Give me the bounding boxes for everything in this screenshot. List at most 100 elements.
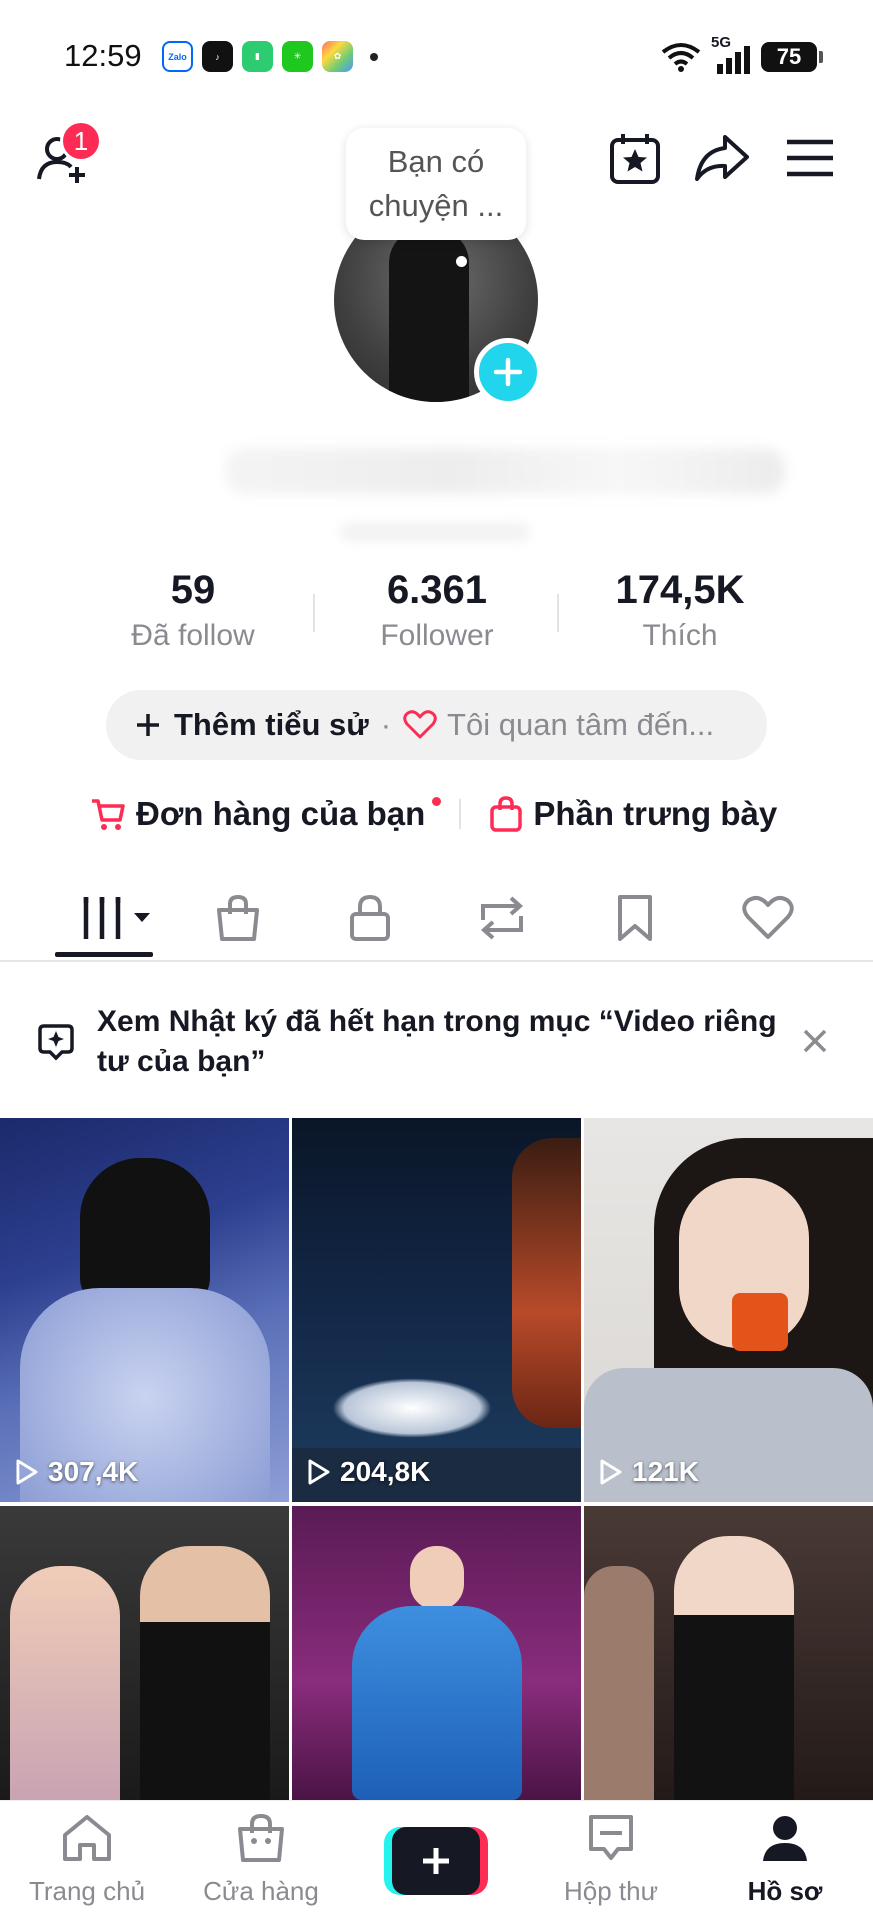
play-icon — [600, 1459, 622, 1485]
tab-private[interactable] — [340, 888, 400, 948]
bio-pill: Thêm tiểu sử · Tôi quan tâm đến... — [106, 690, 767, 760]
heart-icon — [403, 710, 437, 739]
battery-level: 75 — [776, 44, 802, 69]
handle-blurred — [340, 522, 530, 542]
followers-stat[interactable]: 6.361 Follower — [337, 568, 537, 653]
stat-divider — [313, 594, 315, 632]
video-thumbnail[interactable] — [0, 1506, 289, 1800]
plus-icon — [493, 357, 523, 387]
interests-label: Tôi quan tâm đến... — [447, 707, 715, 742]
followers-count: 6.361 — [386, 568, 488, 612]
thumbnail-figure — [80, 1158, 210, 1308]
repost-icon — [480, 896, 524, 940]
close-icon[interactable] — [798, 1024, 832, 1058]
nav-profile-label: Hồ sơ — [747, 1876, 823, 1906]
plus-icon — [137, 714, 159, 736]
thumbnail-figure — [10, 1566, 120, 1800]
video-grid: 307,4K 204,8K 121K — [0, 1118, 873, 1800]
bookmark-icon — [618, 895, 652, 941]
video-thumbnail[interactable]: 307,4K — [0, 1118, 289, 1502]
creator-calendar-button[interactable] — [605, 128, 665, 188]
note-bubble-tail — [456, 256, 467, 267]
thumbnail-face — [410, 1546, 464, 1610]
active-tab-indicator — [55, 952, 153, 957]
create-button-body — [392, 1827, 480, 1895]
videos-grid-icon — [83, 897, 150, 939]
view-count: 307,4K — [14, 1456, 138, 1488]
video-thumbnail[interactable] — [584, 1506, 873, 1800]
more-notifications-dot — [370, 52, 378, 61]
view-count-value: 121K — [632, 1456, 699, 1487]
multicolor-app-icon: ✿ — [322, 41, 353, 72]
friend-notification-badge: 1 — [60, 120, 102, 162]
battery-icon: 75 — [761, 42, 823, 72]
profile-stats: 59 Đã follow 6.361 Follower 174,5K Thích — [0, 568, 873, 658]
tab-videos[interactable] — [75, 888, 155, 948]
followers-label: Follower — [380, 619, 494, 652]
username-blurred — [225, 448, 785, 494]
shopping-bag-icon — [217, 894, 259, 941]
note-bubble[interactable]: Bạn có chuyện ... — [346, 128, 526, 240]
showcase-link[interactable]: Phần trưng bày — [489, 795, 777, 833]
wifi-icon — [661, 43, 701, 72]
tiktok-icon: ♪ — [202, 41, 233, 72]
profile-icon — [763, 1816, 807, 1861]
following-stat[interactable]: 59 Đã follow — [93, 568, 293, 653]
play-icon — [16, 1459, 38, 1485]
calendar-star-icon — [610, 134, 660, 184]
hamburger-menu-icon — [787, 139, 833, 177]
profile-content-tabs — [0, 870, 873, 962]
likes-count: 174,5K — [615, 568, 745, 612]
shop-divider — [459, 799, 462, 829]
tab-liked[interactable] — [738, 888, 798, 948]
thumbnail-figure — [140, 1546, 270, 1800]
bottom-navigation: Trang chủ Cửa hàng Hộp thư Hồ sơ — [0, 1800, 873, 1920]
likes-label: Thích — [642, 619, 718, 652]
tab-shop[interactable] — [208, 888, 268, 948]
thumbnail-figure — [674, 1536, 794, 1800]
following-count: 59 — [170, 568, 216, 612]
nav-shop[interactable]: Cửa hàng — [186, 1813, 336, 1907]
stat-divider — [557, 594, 559, 632]
cart-icon — [92, 799, 125, 830]
shop-links: Đơn hàng của bạn Phần trưng bày — [90, 784, 810, 844]
video-thumbnail[interactable] — [292, 1506, 581, 1800]
expired-stories-notice[interactable]: Xem Nhật ký đã hết hạn trong mục “Video … — [0, 964, 873, 1114]
nav-profile[interactable]: Hồ sơ — [710, 1813, 860, 1907]
zalo-icon: Zalo — [162, 41, 193, 72]
share-icon — [695, 135, 749, 181]
video-thumbnail[interactable]: 204,8K — [292, 1118, 581, 1502]
sparkle-icon — [38, 1024, 74, 1061]
nav-home[interactable]: Trang chủ — [12, 1813, 162, 1907]
play-icon — [308, 1459, 330, 1485]
share-profile-button[interactable] — [692, 128, 752, 188]
nav-inbox-label: Hộp thư — [563, 1876, 658, 1906]
tab-reposts[interactable] — [472, 888, 532, 948]
thumbnail-figure — [584, 1566, 654, 1800]
cellular-signal-icon: 5G — [711, 34, 751, 74]
bio-separator: · — [380, 707, 392, 742]
nav-inbox[interactable]: Hộp thư — [536, 1813, 686, 1907]
view-count-value: 307,4K — [48, 1456, 139, 1487]
note-text: Bạn có chuyện ... — [368, 144, 504, 223]
likes-stat[interactable]: 174,5K Thích — [580, 568, 780, 653]
network-type: 5G — [711, 34, 732, 51]
view-count: 204,8K — [306, 1456, 430, 1488]
view-count: 121K — [598, 1456, 699, 1488]
change-avatar-button[interactable] — [474, 338, 542, 406]
add-bio-button[interactable]: Thêm tiểu sử — [134, 707, 369, 743]
following-label: Đã follow — [131, 619, 255, 652]
avatar-photo — [389, 228, 469, 402]
tab-favorites[interactable] — [605, 888, 665, 948]
create-post-button[interactable] — [384, 1827, 488, 1895]
status-app-icons: Zalo ♪ ▮ ✳ ✿ — [162, 41, 378, 72]
green-app-icon: ▮ — [242, 41, 273, 72]
your-orders-link[interactable]: Đơn hàng của bạn — [90, 795, 442, 833]
menu-button[interactable] — [780, 128, 840, 188]
orders-notification-dot — [432, 797, 442, 806]
showcase-label: Phần trưng bày — [533, 795, 778, 832]
interests-button[interactable]: Tôi quan tâm đến... — [403, 707, 714, 743]
heart-icon — [742, 895, 794, 939]
view-count-value: 204,8K — [340, 1456, 431, 1487]
video-thumbnail[interactable]: 121K — [584, 1118, 873, 1502]
